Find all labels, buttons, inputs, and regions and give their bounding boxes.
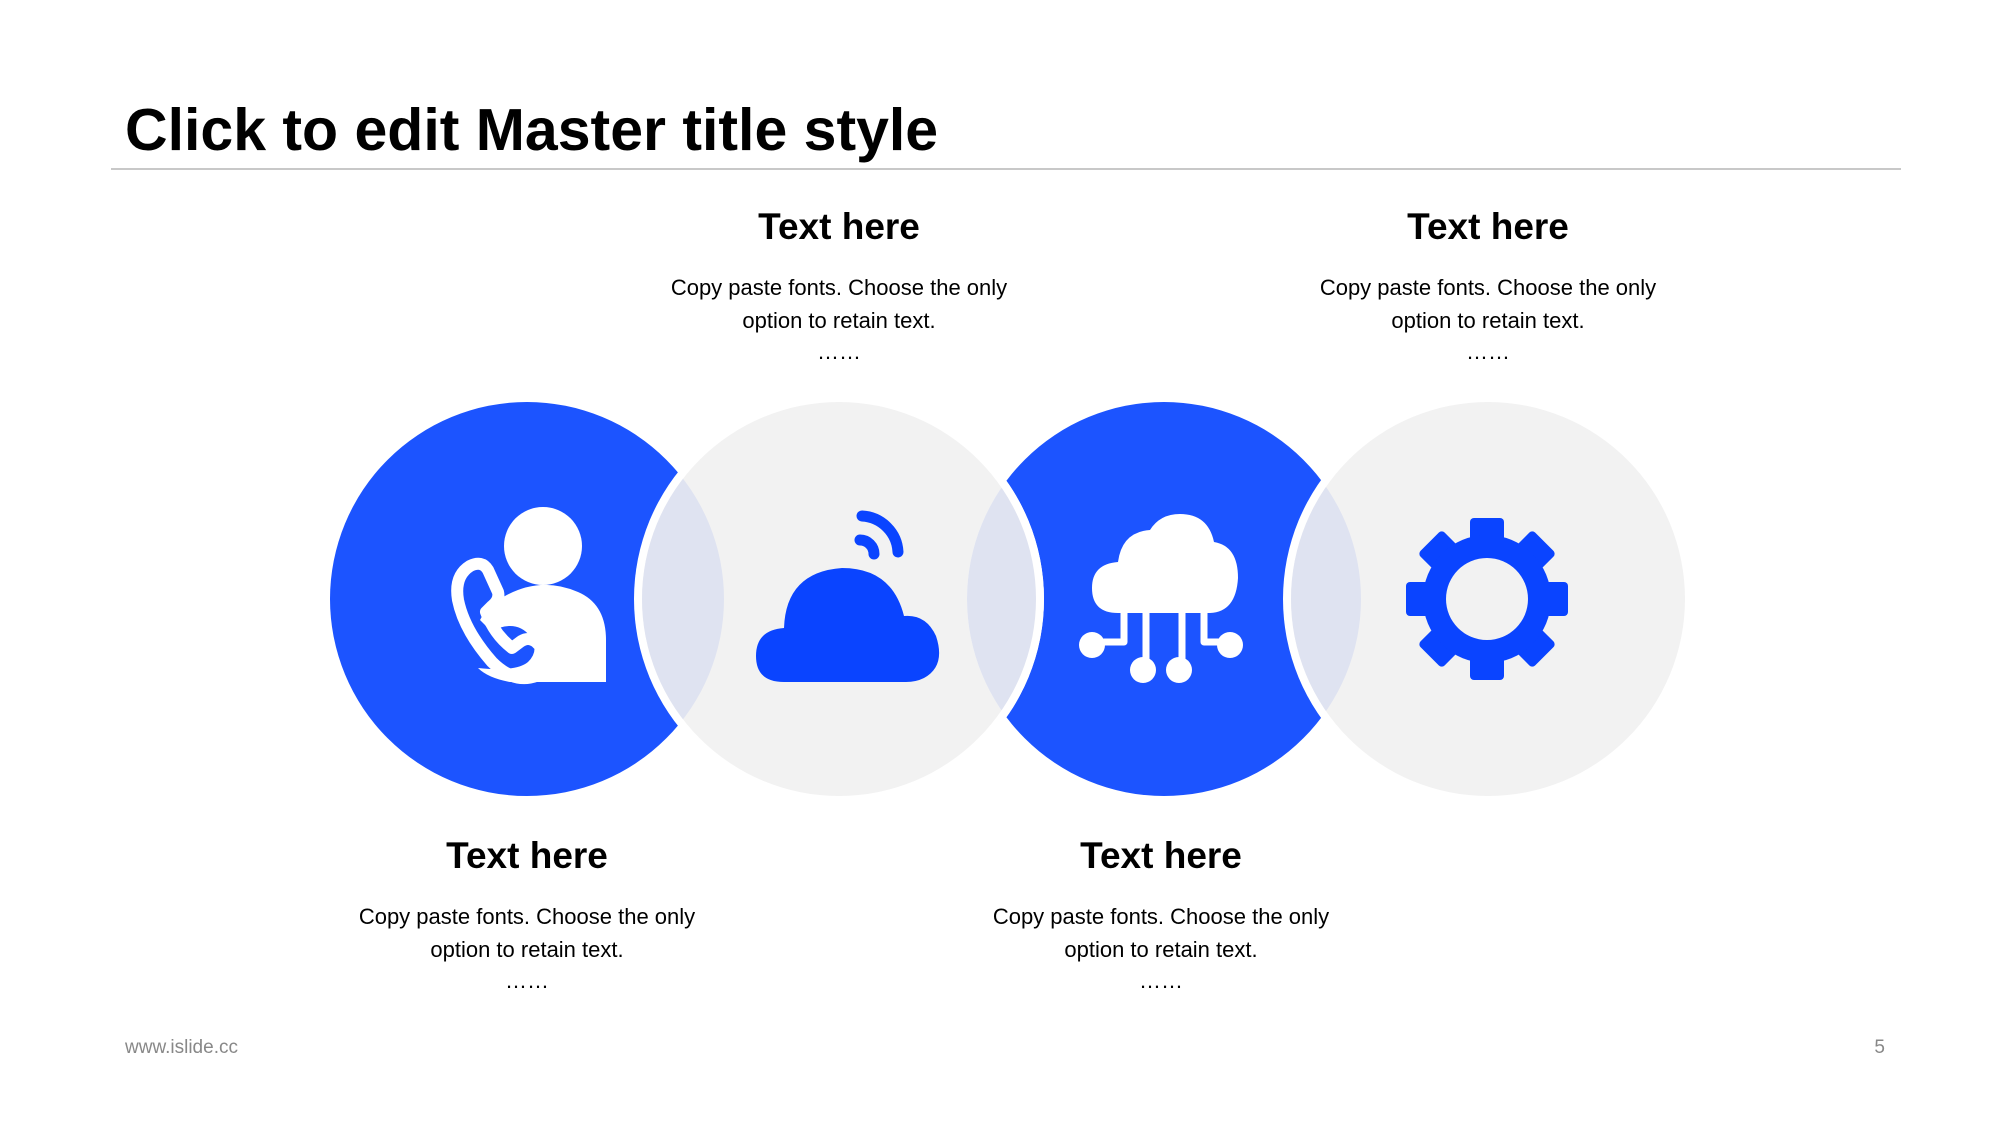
text-block-ellipsis: ……	[1466, 339, 1510, 364]
text-block-ellipsis: ……	[505, 968, 549, 993]
text-block-3: Text here Copy paste fonts. Choose the o…	[951, 834, 1371, 996]
gear-icon	[1406, 518, 1568, 680]
text-block-heading: Text here	[1407, 206, 1569, 247]
text-block-ellipsis: ……	[817, 339, 861, 364]
text-block-4: Text here Copy paste fonts. Choose the o…	[1278, 205, 1698, 367]
text-block-body: Copy paste fonts. Choose the only option…	[992, 904, 1330, 962]
text-block-1: Text here Copy paste fonts. Choose the o…	[317, 834, 737, 996]
text-block-heading: Text here	[1080, 835, 1242, 876]
text-block-body: Copy paste fonts. Choose the only option…	[670, 275, 1008, 333]
text-block-ellipsis: ……	[1139, 968, 1183, 993]
page-number: 5	[1874, 1037, 1885, 1058]
footer-url: www.islide.cc	[125, 1037, 238, 1058]
text-block-heading: Text here	[446, 835, 608, 876]
slide: Click to edit Master title style Text he…	[0, 0, 2000, 1125]
text-block-body: Copy paste fonts. Choose the only option…	[1319, 275, 1657, 333]
text-block-2: Text here Copy paste fonts. Choose the o…	[629, 205, 1049, 367]
text-block-heading: Text here	[758, 206, 920, 247]
text-block-body: Copy paste fonts. Choose the only option…	[358, 904, 696, 962]
